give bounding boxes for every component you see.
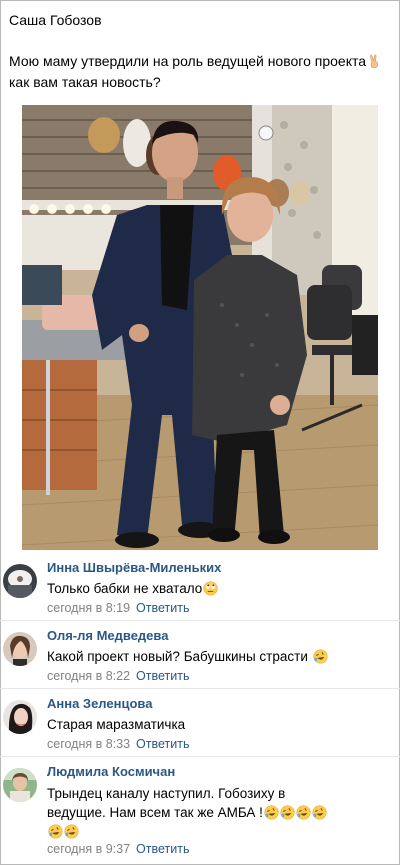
reply-link[interactable]: Ответить: [136, 601, 189, 615]
rolling-laughing-face-icon: [313, 649, 328, 664]
comment-text-body: Какой проект новый? Бабушкины страсти: [47, 649, 308, 664]
comment-item: Людмила Космичан Трындец каналу наступил…: [0, 757, 400, 863]
comment-text-line1: Трындец каналу наступил. Гобозиху в: [47, 786, 286, 801]
reply-link[interactable]: Ответить: [136, 669, 189, 683]
comment-meta: сегодня в 9:37 Ответить: [47, 842, 189, 856]
reply-link[interactable]: Ответить: [136, 842, 189, 856]
comment-time[interactable]: сегодня в 8:22: [47, 669, 130, 683]
comment-text-line2: ведущие. Нам всем так же АМБА !: [47, 805, 263, 820]
comment-item: Оля-ля Медведева Какой проект новый? Баб…: [0, 621, 400, 689]
post-text-line2: как вам такая новость?: [9, 74, 161, 90]
comment-time[interactable]: сегодня в 9:37: [47, 842, 130, 856]
comment-author[interactable]: Оля-ля Медведева: [47, 628, 168, 643]
rolling-laughing-face-icon: [280, 805, 295, 820]
comment-text: Старая маразматичка: [47, 716, 392, 734]
reply-link[interactable]: Ответить: [136, 737, 189, 751]
comment-time[interactable]: сегодня в 8:19: [47, 601, 130, 615]
victory-hand-icon: [370, 54, 379, 69]
comment-item: Инна Швырёва-Миленьких Только бабки не х…: [0, 553, 400, 621]
post-text: Мою маму утвердили на роль ведущей новог…: [9, 51, 389, 93]
rolling-laughing-face-icon: [296, 805, 311, 820]
post-text-line1: Мою маму утвердили на роль ведущей новог…: [9, 53, 367, 69]
comment-text: Трындец каналу наступил. Гобозиху в веду…: [47, 784, 392, 841]
post-author[interactable]: Саша Гобозов: [9, 12, 102, 28]
rolling-laughing-face-icon: [264, 805, 279, 820]
rolling-laughing-face-icon: [48, 824, 63, 839]
comment-author[interactable]: Людмила Космичан: [47, 764, 175, 779]
avatar[interactable]: [3, 768, 37, 802]
avatar[interactable]: [3, 564, 37, 598]
comment-meta: сегодня в 8:19 Ответить: [47, 601, 189, 615]
comment-author[interactable]: Инна Швырёва-Миленьких: [47, 560, 221, 575]
comment-text: Только бабки не хватало: [47, 580, 392, 598]
post-photo-image: [22, 105, 378, 550]
avatar[interactable]: [3, 700, 37, 734]
comment-text-body: Старая маразматичка: [47, 717, 186, 732]
rolling-eyes-face-icon: [203, 581, 218, 596]
comment-meta: сегодня в 8:22 Ответить: [47, 669, 189, 683]
avatar[interactable]: [3, 632, 37, 666]
comment-text: Какой проект новый? Бабушкины страсти: [47, 648, 392, 666]
comment-text-body: Только бабки не хватало: [47, 581, 203, 596]
comment-meta: сегодня в 8:33 Ответить: [47, 737, 189, 751]
comment-item: Анна Зеленцова Старая маразматичка сегод…: [0, 689, 400, 757]
comment-time[interactable]: сегодня в 8:33: [47, 737, 130, 751]
post-photo[interactable]: [22, 105, 378, 550]
rolling-laughing-face-icon: [64, 824, 79, 839]
comment-author[interactable]: Анна Зеленцова: [47, 696, 152, 711]
rolling-laughing-face-icon: [312, 805, 327, 820]
